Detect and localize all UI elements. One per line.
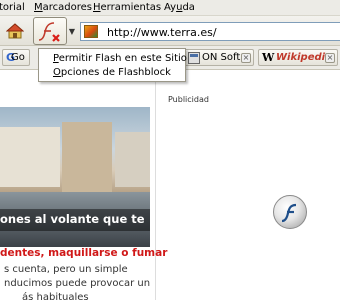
menu-herramientas[interactable]: Herramientas (93, 2, 161, 13)
photo-caption[interactable]: ones al volante que te (0, 212, 145, 226)
flashblock-button[interactable] (33, 17, 67, 45)
menu-item-allow-flash[interactable]: Permitir Flash en este Sitio (53, 53, 187, 64)
menu-marcadores[interactable]: Marcadores (34, 2, 92, 13)
bookmark-onsoft[interactable]: ON Soft... × (184, 49, 254, 66)
menu-ayuda[interactable]: Ayuda (164, 2, 195, 13)
home-icon (5, 23, 25, 39)
url-bar[interactable]: http://www.terra.es/ (80, 22, 340, 41)
home-button[interactable] (5, 23, 25, 39)
news-body-line: s cuenta, pero un simple (4, 264, 128, 275)
flashblock-menu: Permitir Flash en este Sitio Opciones de… (38, 48, 187, 82)
news-body-line: ás habituales (22, 292, 89, 300)
terra-favicon-icon (84, 25, 98, 38)
menu-historial[interactable]: torial (0, 2, 25, 13)
navigation-toolbar: ▼ http://www.terra.es/ (0, 16, 340, 46)
flash-placeholder-button[interactable] (273, 195, 307, 229)
ad-column: Publicidad (157, 71, 340, 300)
news-headline[interactable]: dentes, maquillarse o fumar (0, 247, 167, 259)
url-text: http://www.terra.es/ (107, 26, 217, 39)
wikipedia-icon: W (262, 51, 275, 64)
bookmark-google[interactable]: G Go (2, 49, 30, 66)
news-column: ones al volante que te dentes, maquillar… (0, 71, 167, 300)
menu-bar: torial Marcadores Herramientas Ayuda (0, 0, 340, 16)
flashblock-dropdown-arrow[interactable]: ▼ (67, 27, 77, 37)
close-icon[interactable]: × (325, 53, 335, 63)
news-photo[interactable]: ones al volante que te (0, 107, 150, 247)
flash-logo-icon (281, 203, 297, 223)
bookmark-wikipedia[interactable]: W Wikipedia × (258, 49, 338, 66)
menu-item-flashblock-options[interactable]: Opciones de Flashblock (53, 67, 171, 78)
news-body-line: nducimos puede provocar un (4, 278, 151, 289)
close-icon[interactable]: × (241, 53, 251, 63)
web-page-content: ones al volante que te dentes, maquillar… (0, 71, 340, 300)
onsoft-icon (188, 52, 200, 64)
flash-blocked-icon (38, 22, 60, 42)
publicidad-label: Publicidad (168, 95, 209, 104)
